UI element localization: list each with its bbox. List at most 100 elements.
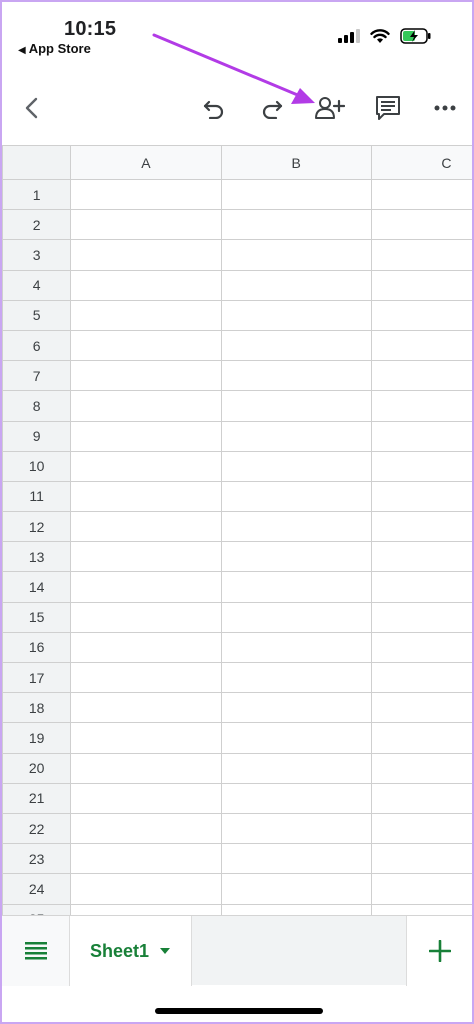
sheet-cell[interactable] [70,209,222,241]
sheet-cell[interactable] [70,178,222,211]
sheet-cell[interactable] [220,843,372,875]
sheet-cell[interactable] [370,299,472,331]
sheet-cell[interactable] [370,360,472,392]
sheet-cell[interactable] [370,269,472,301]
sheet-tab-sheet1[interactable]: Sheet1 [70,916,192,986]
sheet-cell[interactable] [220,360,372,392]
sheet-cell[interactable] [70,873,222,905]
column-header-b[interactable]: B [220,145,372,180]
sheet-cell[interactable] [70,601,222,633]
sheet-cell[interactable] [370,903,472,915]
row-header[interactable]: 9 [2,420,72,452]
sheet-cell[interactable] [370,692,472,724]
sheet-cell[interactable] [220,571,372,603]
row-header[interactable]: 4 [2,269,72,301]
sheet-cell[interactable] [70,843,222,875]
sheet-cell[interactable] [370,631,472,664]
column-header-c[interactable]: C [370,145,472,180]
sheet-cell[interactable] [70,390,222,422]
row-header[interactable]: 5 [2,299,72,331]
sheet-cell[interactable] [220,903,372,915]
row-header[interactable]: 6 [2,329,72,362]
sheet-cell[interactable] [70,752,222,784]
row-header[interactable]: 10 [2,450,72,482]
sheet-cell[interactable] [70,420,222,452]
sheet-cell[interactable] [70,782,222,814]
sheet-cell[interactable] [70,480,222,513]
sheet-cell[interactable] [370,511,472,543]
sheet-cell[interactable] [220,692,372,724]
sheet-cell[interactable] [70,812,222,845]
row-header[interactable]: 12 [2,511,72,543]
sheet-cell[interactable] [70,571,222,603]
sheet-cell[interactable] [220,450,372,482]
select-all-corner[interactable] [2,145,72,180]
sheet-cell[interactable] [220,873,372,905]
sheet-cell[interactable] [220,420,372,452]
sheet-cell[interactable] [370,601,472,633]
row-header[interactable]: 11 [2,480,72,513]
sheet-cell[interactable] [220,812,372,845]
sheet-cell[interactable] [70,692,222,724]
sheet-cell[interactable] [370,420,472,452]
row-header[interactable]: 20 [2,752,72,784]
sheet-cell[interactable] [220,239,372,271]
sheet-cell[interactable] [370,239,472,271]
sheet-cell[interactable] [370,480,472,513]
row-header[interactable]: 13 [2,541,72,573]
sheet-cell[interactable] [220,390,372,422]
sheet-cell[interactable] [70,299,222,331]
sheet-cell[interactable] [220,209,372,241]
row-header[interactable]: 25 [2,903,72,915]
back-button[interactable] [16,92,48,124]
row-header[interactable]: 15 [2,601,72,633]
sheet-cell[interactable] [370,450,472,482]
share-button[interactable] [314,92,346,124]
row-header[interactable]: 8 [2,390,72,422]
sheet-cell[interactable] [70,541,222,573]
sheet-cell[interactable] [220,752,372,784]
back-to-app-link[interactable]: ◀ App Store [18,41,91,56]
sheet-cell[interactable] [70,329,222,362]
row-header[interactable]: 7 [2,360,72,392]
sheet-cell[interactable] [70,269,222,301]
redo-button[interactable] [256,92,288,124]
sheet-cell[interactable] [70,450,222,482]
sheet-cell[interactable] [220,511,372,543]
sheet-cell[interactable] [370,541,472,573]
sheet-cell[interactable] [370,812,472,845]
home-indicator[interactable] [155,1008,323,1014]
row-header[interactable]: 3 [2,239,72,271]
sheet-cell[interactable] [370,209,472,241]
more-options-button[interactable] [429,92,461,124]
sheet-cell[interactable] [70,239,222,271]
sheet-cell[interactable] [220,601,372,633]
sheet-cell[interactable] [70,631,222,664]
row-header[interactable]: 24 [2,873,72,905]
sheet-cell[interactable] [220,329,372,362]
sheet-cell[interactable] [370,329,472,362]
sheet-cell[interactable] [220,480,372,513]
row-header[interactable]: 19 [2,722,72,754]
sheet-cell[interactable] [220,631,372,664]
column-header-a[interactable]: A [70,145,222,180]
sheet-cell[interactable] [370,843,472,875]
sheet-cell[interactable] [220,782,372,814]
sheet-cell[interactable] [370,661,472,694]
row-header[interactable]: 18 [2,692,72,724]
sheet-cell[interactable] [220,661,372,694]
comment-button[interactable] [372,92,404,124]
sheet-cell[interactable] [220,269,372,301]
sheet-cell[interactable] [370,571,472,603]
sheet-cell[interactable] [370,752,472,784]
row-header[interactable]: 23 [2,843,72,875]
undo-button[interactable] [198,92,230,124]
sheet-cell[interactable] [220,299,372,331]
sheet-cell[interactable] [70,511,222,543]
spreadsheet-grid[interactable]: A B C 1 2 3 4 5 6 7 8 9 10 11 12 13 14 15 16 17 18 19 20 21 2… [2,145,472,915]
sheet-cell[interactable] [370,782,472,814]
sheet-cell[interactable] [70,722,222,754]
sheet-cell[interactable] [220,541,372,573]
all-sheets-menu-button[interactable] [2,916,70,986]
row-header[interactable]: 16 [2,631,72,664]
